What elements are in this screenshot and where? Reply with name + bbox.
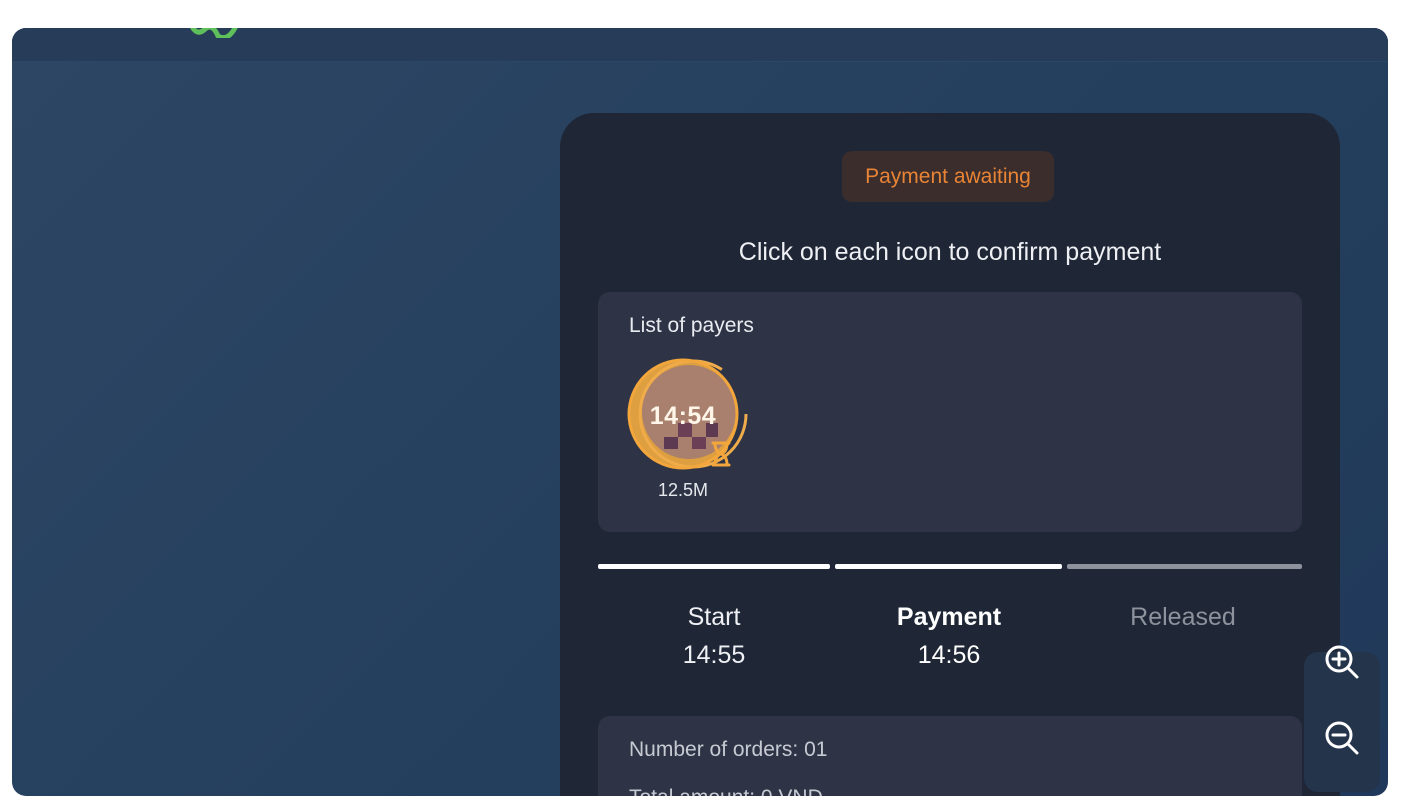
status-badge: Payment awaiting xyxy=(842,151,1054,202)
zoom-in-icon xyxy=(1325,645,1359,679)
step-released-label: Released xyxy=(1130,603,1236,631)
payers-panel: List of payers 14:54 12.5M xyxy=(598,292,1302,532)
progress-bar xyxy=(598,564,1302,569)
payer-timer: 14:54 xyxy=(649,402,717,430)
app-window: Payment awaiting Click on each icon to c… xyxy=(12,28,1388,796)
logo-icon xyxy=(190,28,238,38)
payment-card: Payment awaiting Click on each icon to c… xyxy=(560,113,1340,796)
orders-total: Total amount: 0 VND xyxy=(629,786,823,796)
step-start-label: Start xyxy=(687,603,741,631)
orders-summary: Number of orders: 01 Total amount: 0 VND xyxy=(598,716,1302,796)
step-start-time: 14:55 xyxy=(682,641,746,669)
payer-avatar-button[interactable]: 14:54 12.5M xyxy=(626,357,748,500)
orders-count: Number of orders: 01 xyxy=(629,738,828,761)
payer-amount: 12.5M xyxy=(657,480,709,500)
zoom-in-button[interactable] xyxy=(1304,631,1380,693)
instruction-text: Click on each icon to confirm payment xyxy=(738,238,1162,266)
step-start: Start 14:55 xyxy=(614,598,814,674)
top-bar xyxy=(12,28,1388,62)
step-payment-label: Payment xyxy=(896,603,1002,631)
progress-segment-released xyxy=(1067,564,1302,569)
payers-title: List of payers xyxy=(629,314,754,337)
progress-segment-start xyxy=(598,564,830,569)
hourglass-icon xyxy=(711,441,731,467)
zoom-out-button[interactable] xyxy=(1304,707,1380,769)
step-payment-time: 14:56 xyxy=(917,641,981,669)
step-released: Released xyxy=(1083,598,1283,636)
zoom-out-icon xyxy=(1325,721,1359,755)
progress-segment-payment xyxy=(835,564,1062,569)
step-payment: Payment 14:56 xyxy=(849,598,1049,674)
